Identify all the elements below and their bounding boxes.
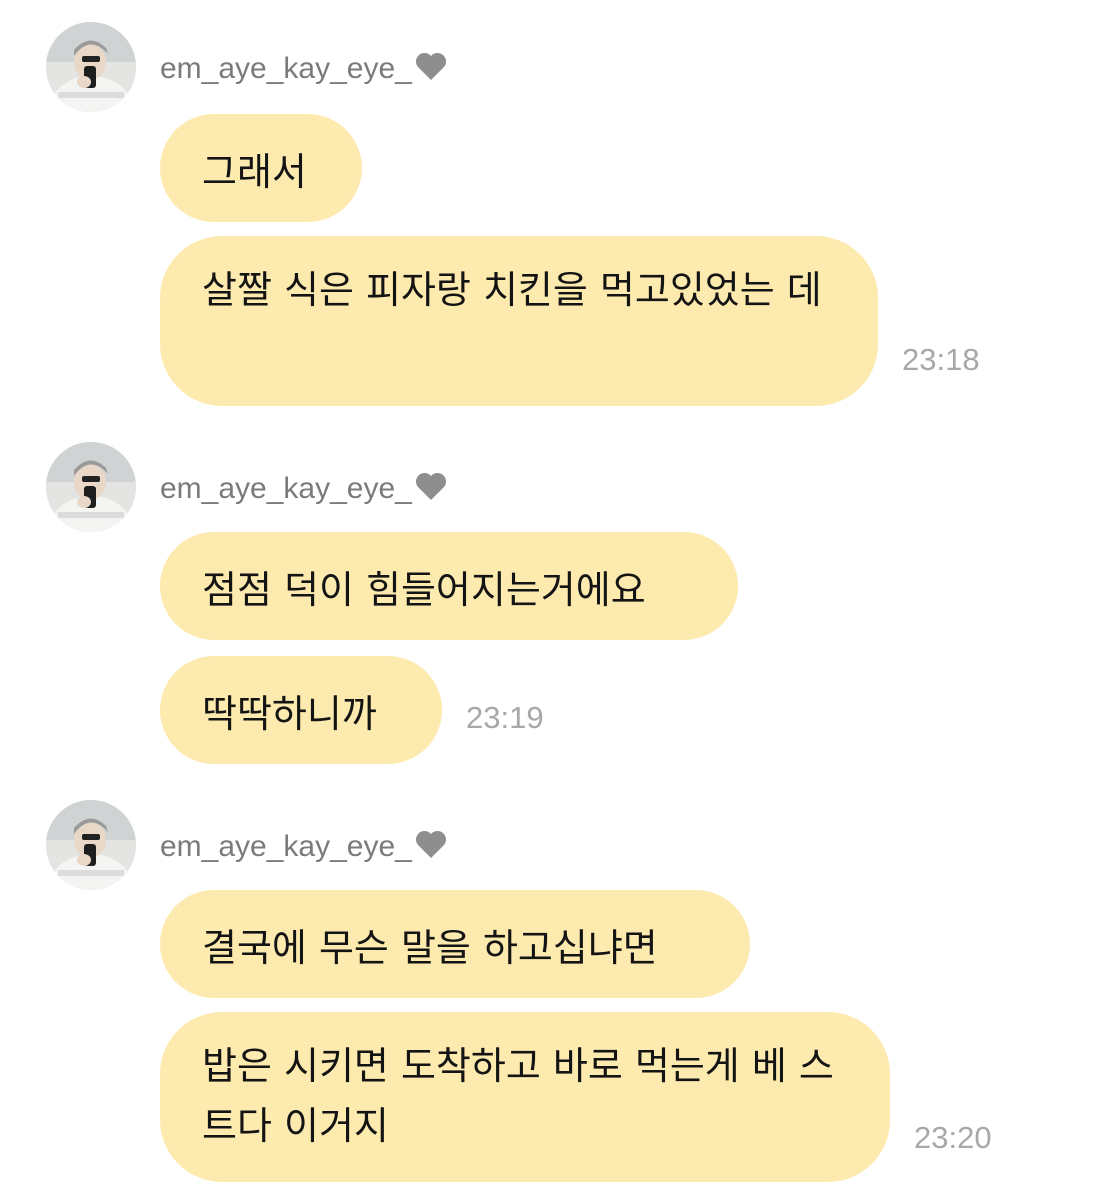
message-text: 밥은 시키면 도착하고 바로 먹는게 베 스트다 이거지 xyxy=(202,1044,834,1148)
username[interactable]: em_aye_kay_eye_ xyxy=(160,828,448,869)
message-group: em_aye_kay_eye_ 결국에 무슨 말을 하고십냐면 밥은 시키면 도… xyxy=(0,0,1106,1190)
message-text: 결국에 무슨 말을 하고십냐면 xyxy=(202,925,658,970)
message-bubble[interactable]: 결국에 무슨 말을 하고십냐면 xyxy=(160,890,750,998)
avatar[interactable] xyxy=(46,800,136,890)
message-bubble[interactable]: 밥은 시키면 도착하고 바로 먹는게 베 스트다 이거지 xyxy=(160,1012,890,1182)
timestamp: 23:20 xyxy=(914,1120,992,1155)
grey-heart-icon xyxy=(414,828,448,869)
username-text: em_aye_kay_eye_ xyxy=(160,830,412,863)
